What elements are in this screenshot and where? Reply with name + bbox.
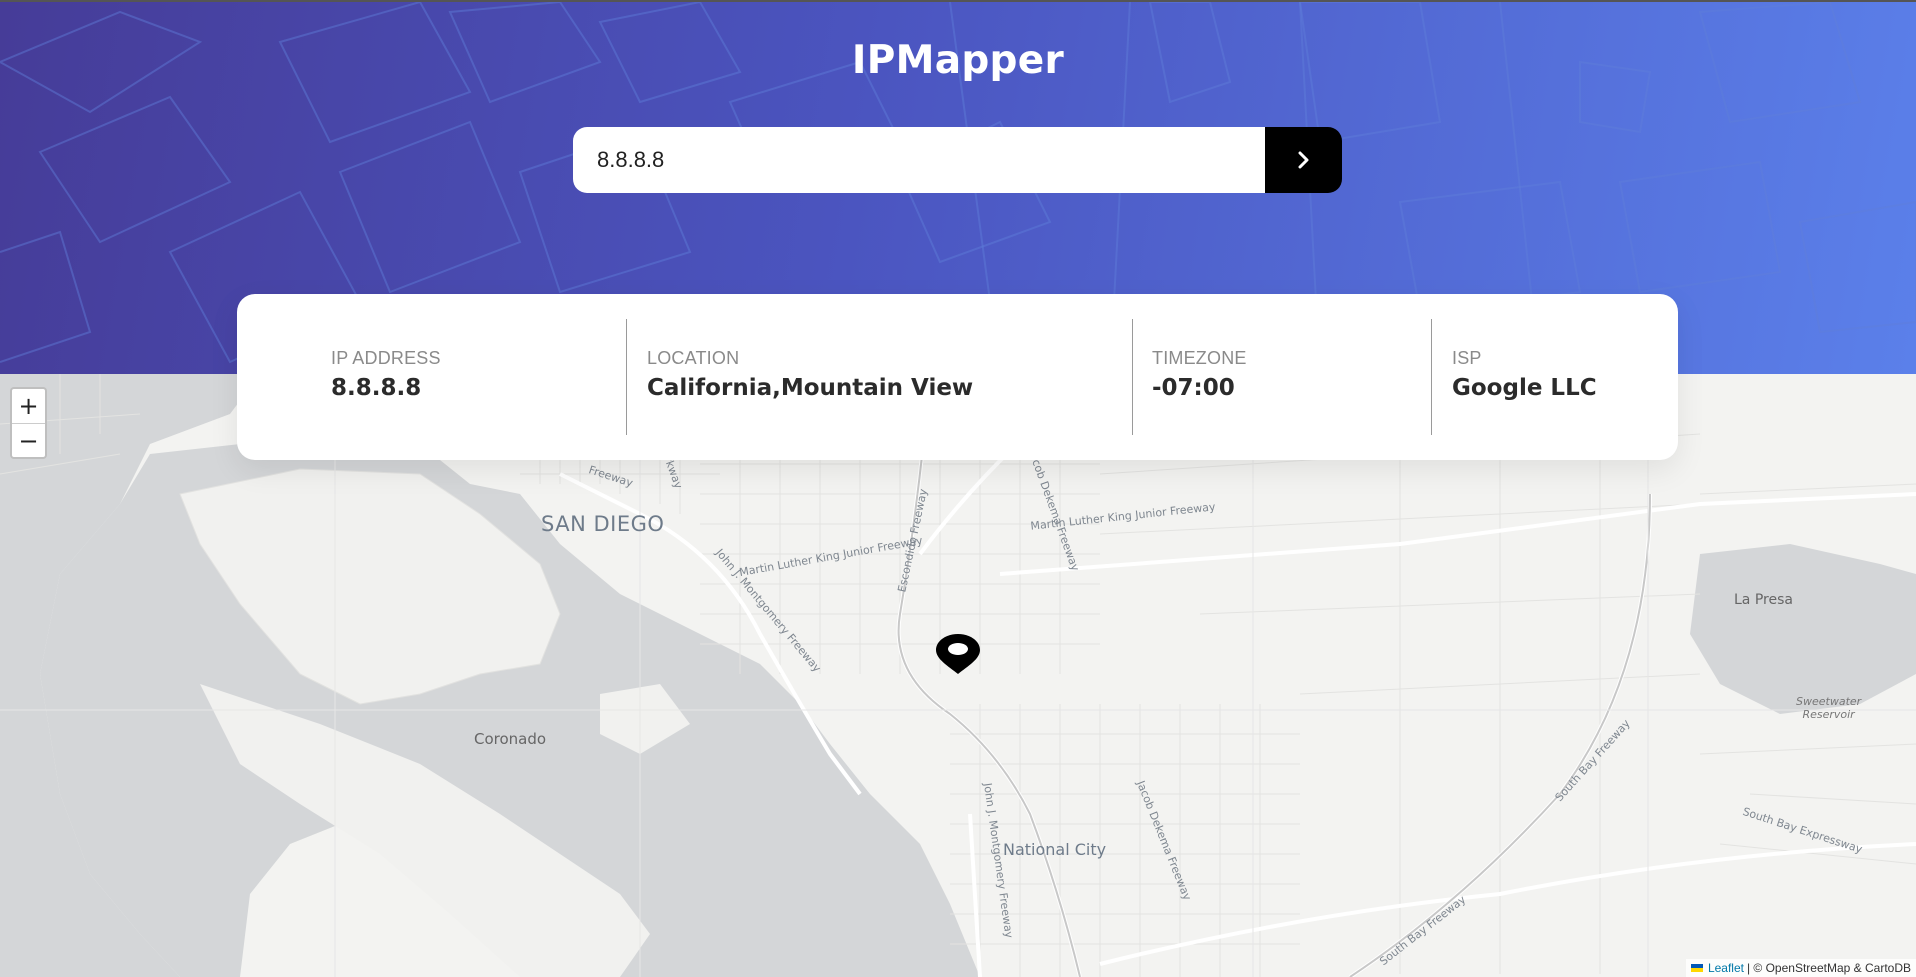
info-timezone: TIMEZONE -07:00 xyxy=(1152,348,1247,401)
divider xyxy=(1132,319,1133,435)
place-label-sweetwater-line2: Reservoir xyxy=(1802,708,1855,721)
place-label-coronado: Coronado xyxy=(474,730,547,748)
zoom-in-button[interactable]: + xyxy=(12,389,45,423)
ip-search-form xyxy=(573,127,1342,193)
leaflet-link[interactable]: Leaflet xyxy=(1708,961,1744,975)
divider xyxy=(1431,319,1432,435)
chevron-right-icon xyxy=(1298,151,1308,169)
info-value: 8.8.8.8 xyxy=(331,375,422,401)
divider xyxy=(626,319,627,435)
map-container[interactable]: SAN DIEGO Coronado National City La Pres… xyxy=(0,374,1916,977)
place-label-sweetwater-reservoir: Sweetwater Reservoir xyxy=(1796,695,1861,721)
info-label: LOCATION xyxy=(647,348,740,368)
location-pin-icon[interactable] xyxy=(934,632,982,676)
ip-info-card: IP ADDRESS 8.8.8.8 LOCATION California,M… xyxy=(237,294,1678,460)
place-label-san-diego: SAN DIEGO xyxy=(541,512,665,536)
zoom-control: + − xyxy=(10,387,47,459)
ip-search-input[interactable] xyxy=(573,127,1265,193)
info-label: IP ADDRESS xyxy=(331,348,441,368)
zoom-out-button[interactable]: − xyxy=(12,423,45,457)
ukraine-flag-icon xyxy=(1690,964,1703,972)
place-label-national-city: National City xyxy=(1003,840,1107,859)
info-isp: ISP Google LLC xyxy=(1452,348,1597,401)
info-label: ISP xyxy=(1452,348,1482,368)
info-label: TIMEZONE xyxy=(1152,348,1247,368)
info-location: LOCATION California,Mountain View xyxy=(647,348,973,401)
place-label-sweetwater-line1: Sweetwater xyxy=(1796,695,1862,708)
info-value: -07:00 xyxy=(1152,375,1235,401)
info-value: Google LLC xyxy=(1452,375,1597,401)
info-ip-address: IP ADDRESS 8.8.8.8 xyxy=(331,348,441,401)
search-submit-button[interactable] xyxy=(1265,127,1342,193)
info-value: California,Mountain View xyxy=(647,375,974,401)
place-label-la-presa: La Presa xyxy=(1734,592,1793,608)
map-attribution: Leaflet | © OpenStreetMap & CartoDB xyxy=(1685,959,1916,977)
app-title: IPMapper xyxy=(851,38,1065,83)
attribution-text: | © OpenStreetMap & CartoDB xyxy=(1746,961,1911,975)
